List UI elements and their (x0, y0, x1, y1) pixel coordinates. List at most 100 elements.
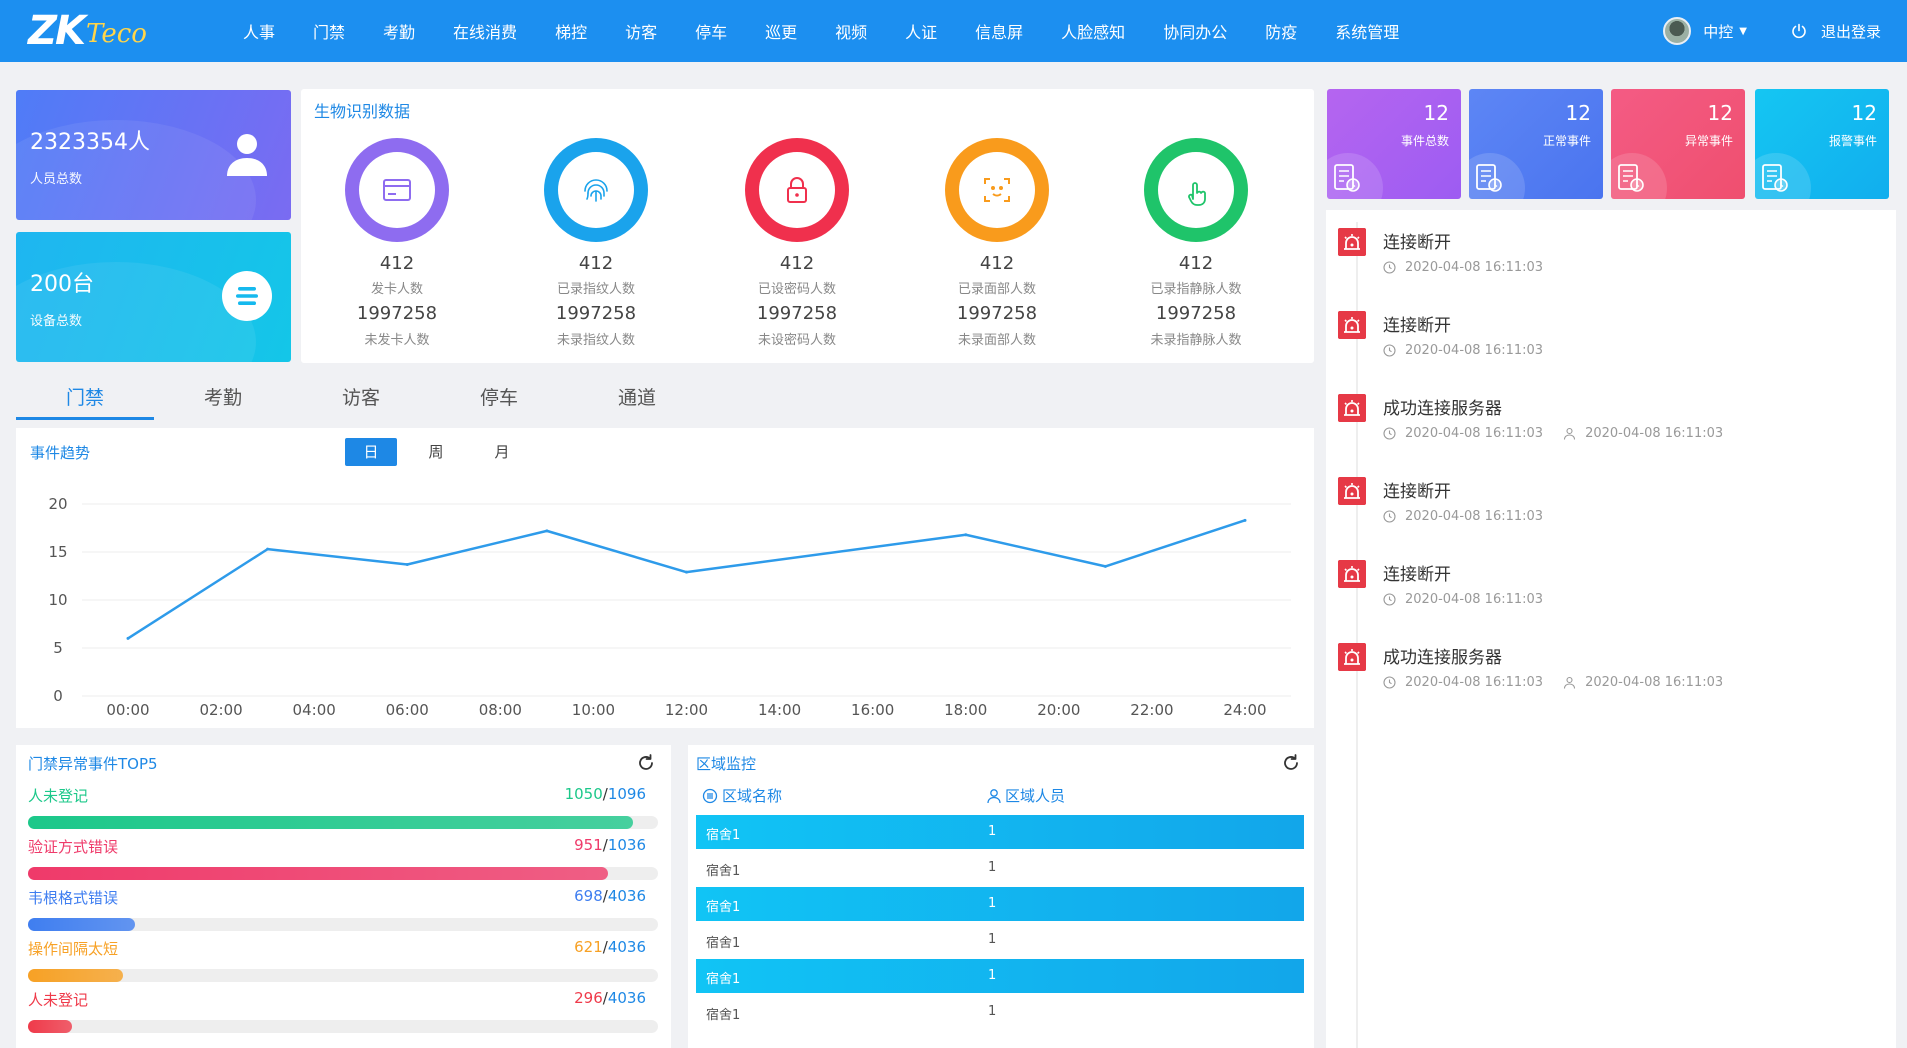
people-total-card[interactable]: 2323354人 人员总数 (16, 90, 291, 220)
top5-count: 621/4036 (574, 938, 646, 956)
trend-point (1243, 518, 1247, 522)
zkteco-logo[interactable]: ZK Teco (0, 0, 200, 62)
top5-progress-track (28, 816, 658, 829)
top5-total-value: 4036 (607, 887, 646, 905)
event-stat-card[interactable]: 12 正常事件 (1469, 89, 1603, 199)
biometric-label: 已录指纹人数 (556, 282, 635, 297)
y-tick-label: 5 (53, 639, 63, 657)
tab-item[interactable]: 门禁 (16, 380, 154, 420)
top5-label: 人未登记 (28, 787, 89, 805)
top5-progress-fill (28, 918, 135, 931)
nav-item[interactable]: 人证 (886, 0, 956, 62)
top5-progress-track (28, 918, 658, 931)
event-meta: 2020-04-08 16:11:03 2020-04-08 16:11:03 (1383, 675, 1723, 690)
biometric-label: 已录面部人数 (957, 282, 1036, 297)
biometric-label-secondary: 未设密码人数 (757, 333, 836, 348)
event-stat-card[interactable]: 12 异常事件 (1611, 89, 1745, 199)
user-name[interactable]: 中控 (1703, 21, 1733, 42)
document-clock-icon (1334, 164, 1360, 192)
module-tabs: 门禁 考勤 访客 停车 通道 (16, 380, 1316, 420)
biometric-value: 412 (578, 253, 614, 274)
event-stat-label: 异常事件 (1684, 134, 1733, 148)
top5-title: 门禁异常事件TOP5 (28, 755, 158, 773)
top5-progress-track (28, 969, 658, 982)
x-tick-label: 12:00 (665, 701, 708, 719)
area-row[interactable]: 宿舍1 1 (696, 995, 1304, 1029)
area-row[interactable]: 宿舍1 1 (696, 851, 1304, 885)
event-time: 2020-04-08 16:11:03 (1405, 426, 1544, 441)
nav-item[interactable]: 在线消费 (434, 0, 536, 62)
area-row[interactable]: 宿舍1 1 (696, 959, 1304, 993)
logout-label[interactable]: 退出登录 (1821, 21, 1881, 42)
event-stat-card[interactable]: 12 报警事件 (1755, 89, 1889, 199)
area-people-header-label: 区域人员 (1005, 787, 1066, 805)
area-row[interactable]: 宿舍1 1 (696, 923, 1304, 957)
biometric-ring (745, 138, 849, 242)
top5-progress-fill (28, 816, 633, 829)
area-row[interactable]: 宿舍1 1 (696, 887, 1304, 921)
nav-item[interactable]: 防疫 (1246, 0, 1316, 62)
top5-count-value: 1050 (564, 785, 603, 803)
top5-label: 韦根格式错误 (28, 889, 119, 907)
tab-item[interactable]: 停车 (430, 380, 568, 420)
top5-progress-track (28, 867, 658, 880)
tab-item[interactable]: 通道 (568, 380, 706, 420)
event-title: 成功连接服务器 (1383, 648, 1502, 668)
nav-item[interactable]: 协同办公 (1144, 0, 1246, 62)
nav-item[interactable]: 访客 (606, 0, 676, 62)
biometric-value-secondary: 1997258 (356, 303, 438, 324)
biometric-label-secondary: 未发卡人数 (364, 333, 430, 348)
biometric-value-secondary: 1997258 (555, 303, 637, 324)
event-item[interactable]: 连接断开 2020-04-08 16:11:03 (1338, 222, 1888, 292)
biometric-label-secondary: 未录指静脉人数 (1150, 333, 1242, 348)
tab-item[interactable]: 考勤 (154, 380, 292, 420)
person-icon (987, 788, 1001, 803)
top5-count-value: 621 (574, 938, 603, 956)
event-stat-card[interactable]: 12 事件总数 (1327, 89, 1461, 199)
top5-total-value: 4036 (607, 938, 646, 956)
refresh-icon[interactable] (636, 753, 656, 773)
top5-count: 951/1036 (574, 836, 646, 854)
caret-down-icon[interactable]: ▼ (1739, 26, 1747, 37)
area-row[interactable]: 宿舍1 1 (696, 815, 1304, 849)
power-icon (1792, 23, 1806, 39)
alarm-icon (1338, 643, 1366, 671)
tab-item[interactable]: 访客 (292, 380, 430, 420)
device-total-value: 200台 (30, 272, 94, 297)
nav-item[interactable]: 门禁 (294, 0, 364, 62)
biometric-label: 已录指静脉人数 (1150, 282, 1242, 297)
nav-item[interactable]: 巡更 (746, 0, 816, 62)
nav-item[interactable]: 人事 (224, 0, 294, 62)
trend-point (685, 570, 688, 574)
avatar[interactable] (1663, 17, 1692, 45)
nav-item[interactable]: 系统管理 (1316, 0, 1418, 62)
user-menu[interactable]: 中控 ▼ (1663, 0, 1747, 62)
nav-item[interactable]: 人脸感知 (1042, 0, 1144, 62)
area-row-count: 1 (988, 824, 997, 839)
refresh-icon[interactable] (1281, 753, 1301, 773)
event-item[interactable]: 成功连接服务器 2020-04-08 16:11:03 2020-04-08 16… (1338, 637, 1888, 707)
event-item[interactable]: 连接断开 2020-04-08 16:11:03 (1338, 305, 1888, 375)
area-row-name: 宿舍1 (706, 828, 741, 843)
nav-item[interactable]: 停车 (676, 0, 746, 62)
people-total-value: 2323354人 (30, 130, 150, 155)
person-icon (1564, 676, 1576, 689)
nav-item[interactable]: 视频 (816, 0, 886, 62)
event-title: 成功连接服务器 (1383, 399, 1502, 419)
nav-item[interactable]: 梯控 (536, 0, 606, 62)
biometric-ring (945, 138, 1049, 242)
logout-button[interactable]: 退出登录 (1791, 0, 1881, 62)
device-total-card[interactable]: 200台 设备总数 (16, 232, 291, 362)
biometric-label-secondary: 未录面部人数 (957, 333, 1036, 348)
y-tick-label: 15 (48, 543, 67, 561)
x-tick-label: 10:00 (572, 701, 615, 719)
event-item[interactable]: 成功连接服务器 2020-04-08 16:11:03 2020-04-08 16… (1338, 388, 1888, 458)
event-time: 2020-04-08 16:11:03 (1405, 592, 1544, 607)
event-item[interactable]: 连接断开 2020-04-08 16:11:03 (1338, 471, 1888, 541)
nav-item[interactable]: 信息屏 (956, 0, 1042, 62)
event-meta: 2020-04-08 16:11:03 (1383, 592, 1543, 607)
nav-item[interactable]: 考勤 (364, 0, 434, 62)
device-icon (222, 271, 272, 321)
top5-count-value: 951 (574, 836, 603, 854)
event-item[interactable]: 连接断开 2020-04-08 16:11:03 (1338, 554, 1888, 624)
